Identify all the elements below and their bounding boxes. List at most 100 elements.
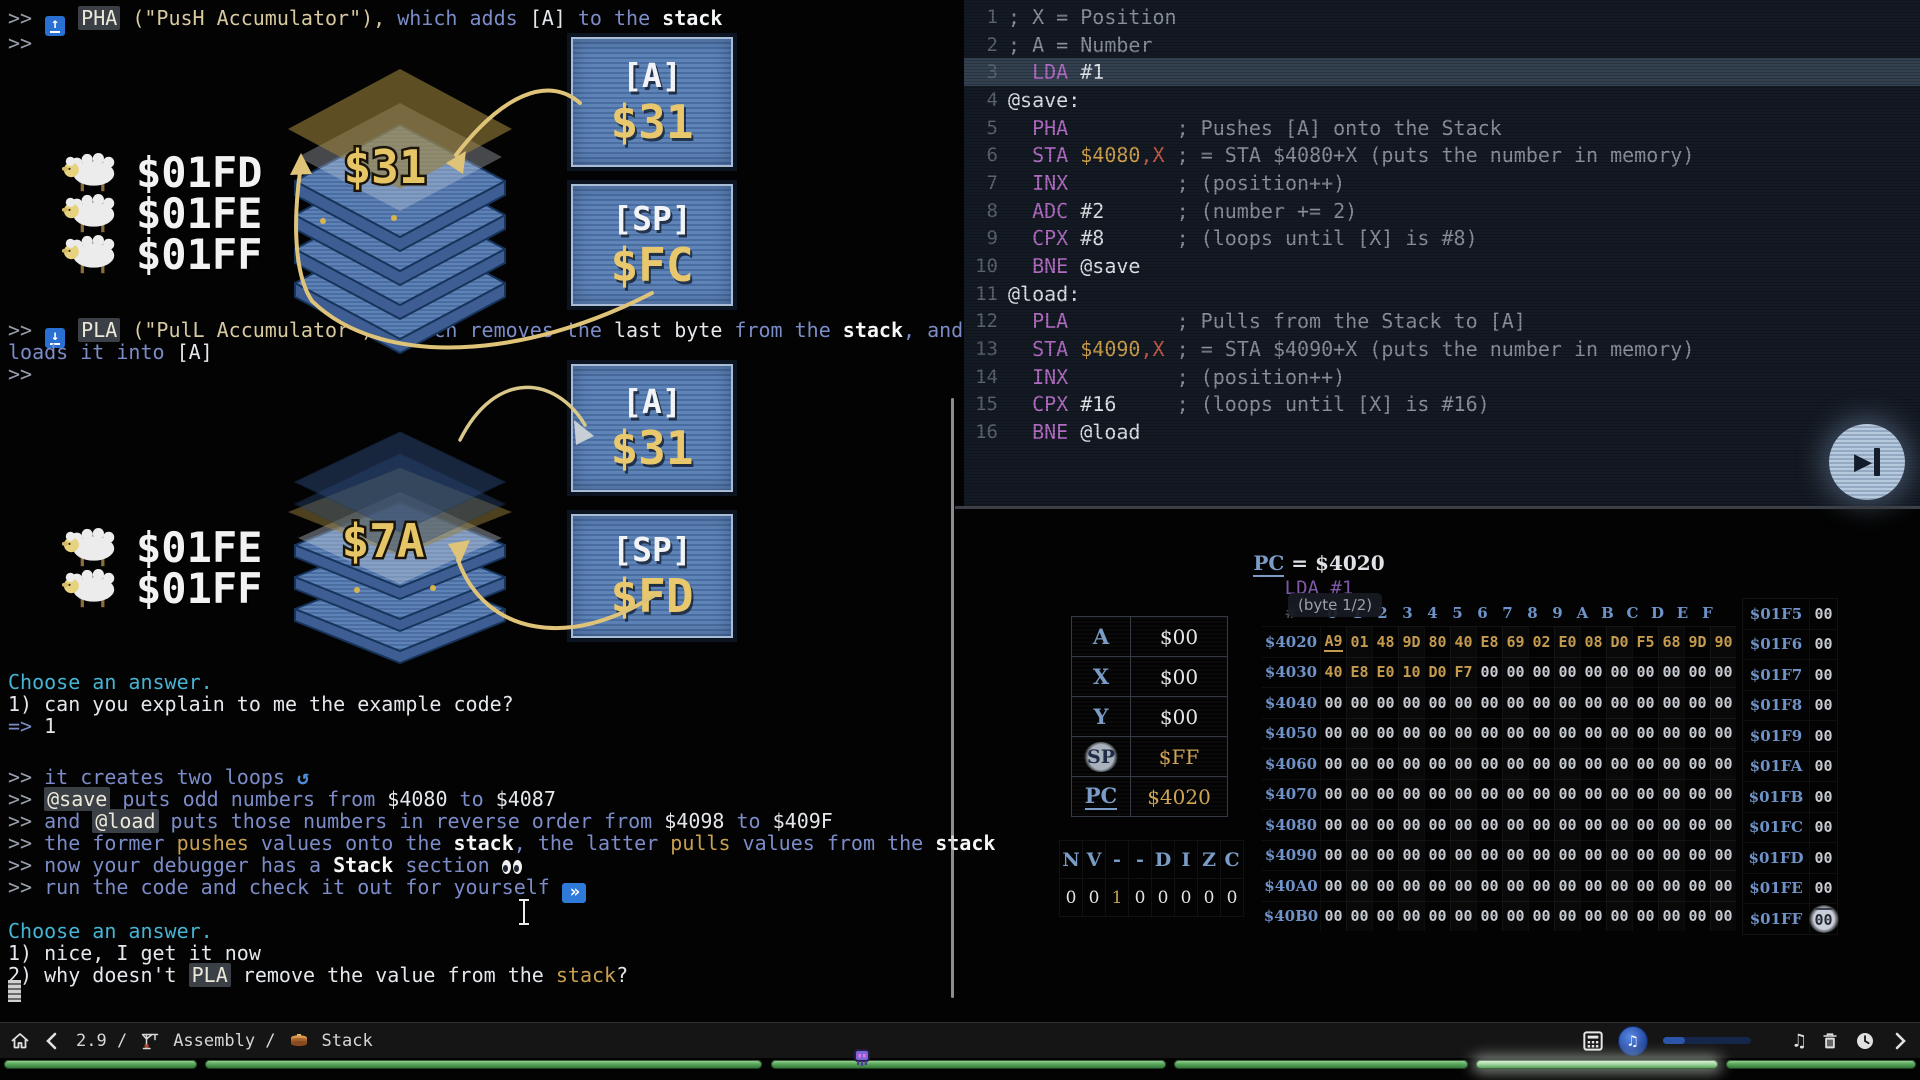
volume-slider[interactable] — [1663, 1037, 1751, 1044]
pc-link[interactable]: PC — [1253, 551, 1284, 577]
code-line[interactable]: 15 CPX #16 ; (loops until [X] is #16) — [964, 391, 1920, 419]
register-value: $00 — [1131, 657, 1227, 696]
sheep-icon — [62, 569, 118, 610]
sheep-icon — [62, 235, 118, 276]
breadcrumb-label[interactable]: 2.9 / — [76, 1031, 127, 1051]
code-line[interactable]: 16 BNE @load — [964, 418, 1920, 446]
memory-cell: A9 — [1320, 626, 1346, 657]
answer-option[interactable]: 1) nice, I get it now — [8, 941, 261, 965]
memory-cell: 00 — [1684, 718, 1710, 749]
memory-cell: 00 — [1424, 870, 1450, 901]
register-value: $00 — [1131, 697, 1227, 736]
code-line[interactable]: 2; A = Number — [964, 31, 1920, 59]
accumulator-box-2: [A] $31 — [571, 364, 733, 492]
chevron-right-icon[interactable] — [1890, 1031, 1910, 1051]
pancakes-icon[interactable] — [289, 1031, 309, 1051]
answer-option[interactable]: 1) can you explain to me the example cod… — [8, 692, 514, 716]
code-line[interactable]: 7 INX ; (position++) — [964, 169, 1920, 197]
code-line[interactable]: 4@save: — [964, 86, 1920, 114]
memory-row: $408000000000000000000000000000000000 — [1262, 809, 1736, 840]
chevron-left-icon[interactable] — [43, 1031, 63, 1051]
code-line[interactable]: 3 LDA #1 — [964, 58, 1920, 86]
stack-row: $01FF00 — [1743, 903, 1837, 934]
code-line[interactable]: 10 BNE @save — [964, 252, 1920, 280]
memory-cell: 00 — [1346, 840, 1372, 871]
memory-cell: 00 — [1476, 779, 1502, 810]
terminal-line: >> @save puts odd numbers from $4080 to … — [8, 787, 556, 811]
progress-segment[interactable] — [1174, 1060, 1468, 1069]
stack-address-row: $01FF — [62, 234, 262, 276]
memory-cell: 00 — [1372, 748, 1398, 779]
calculator-icon[interactable] — [1583, 1031, 1603, 1051]
stack-pointer-box-2: [SP] $FD — [571, 514, 733, 638]
breadcrumb-label[interactable]: Assembly / — [173, 1031, 275, 1051]
register-value: $4020 — [1131, 777, 1227, 816]
music-note-icon[interactable]: ♫ — [1794, 1030, 1805, 1052]
memory-cell: 00 — [1346, 687, 1372, 718]
code-line[interactable]: 11@load: — [964, 280, 1920, 308]
stack-row-value: 00 — [1810, 752, 1837, 782]
code-line[interactable]: 1; X = Position — [964, 3, 1920, 31]
answer-option[interactable]: 2) why doesn't PLA remove the value from… — [8, 963, 628, 987]
stack-row-value: 00 — [1810, 904, 1837, 934]
code-line[interactable]: 5 PHA ; Pushes [A] onto the Stack — [964, 114, 1920, 142]
home-icon[interactable] — [10, 1031, 30, 1051]
progress-segment[interactable] — [4, 1060, 197, 1069]
code-line[interactable]: 9 CPX #8 ; (loops until [X] is #8) — [964, 225, 1920, 253]
memory-cell: 00 — [1398, 809, 1424, 840]
stack-address-row: $01FD — [62, 152, 262, 194]
memory-cell: 00 — [1710, 748, 1736, 779]
memory-cell: 00 — [1424, 901, 1450, 932]
code-line[interactable]: 13 STA $4090,X ; = STA $4090+X (puts the… — [964, 335, 1920, 363]
line-number: 8 — [964, 200, 998, 222]
code-line[interactable]: 8 ADC #2 ; (number += 2) — [964, 197, 1920, 225]
memory-col-header: B — [1595, 600, 1620, 626]
memory-row-address: $4080 — [1262, 809, 1320, 840]
stack-address-row: $01FE — [62, 193, 262, 235]
terminal-scrollbar[interactable] — [951, 398, 954, 998]
stack-row-value: 00 — [1810, 691, 1837, 721]
memory-col-header: 6 — [1470, 600, 1495, 626]
memory-row-address: $4030 — [1262, 657, 1320, 688]
memory-cell: 00 — [1502, 870, 1528, 901]
line-number: 11 — [964, 283, 998, 305]
memory-cell: 00 — [1398, 718, 1424, 749]
memory-col-header: 8 — [1520, 600, 1545, 626]
breadcrumb-label[interactable]: Stack — [322, 1031, 373, 1051]
code-editor[interactable]: 1; X = Position2; A = Number3 LDA #14@sa… — [964, 0, 1920, 506]
arrowhead-to-stack-top — [448, 540, 470, 564]
memory-cell: 00 — [1372, 809, 1398, 840]
music-disc-icon[interactable]: ♫ — [1618, 1026, 1648, 1056]
line-number: 3 — [964, 61, 998, 83]
memory-cell: 00 — [1528, 779, 1554, 810]
memory-cell: E8 — [1346, 657, 1372, 688]
register-value: $00 — [1131, 617, 1227, 656]
code-line[interactable]: 14 INX ; (position++) — [964, 363, 1920, 391]
memory-cell: 00 — [1502, 687, 1528, 718]
progress-segment[interactable] — [771, 1060, 1166, 1069]
register-name: PC — [1072, 777, 1131, 816]
flag-name: I — [1175, 840, 1198, 879]
memory-cell: 90 — [1710, 626, 1736, 657]
memory-cell: 00 — [1476, 840, 1502, 871]
memory-col-header: 4 — [1420, 600, 1445, 626]
progress-segment[interactable] — [205, 1060, 762, 1069]
memory-cell: 00 — [1606, 657, 1632, 688]
crane-icon[interactable] — [140, 1031, 160, 1051]
memory-cell: 00 — [1450, 901, 1476, 932]
memory-cell: 00 — [1398, 748, 1424, 779]
memory-cell: 48 — [1372, 626, 1398, 657]
step-button[interactable]: ▶ — [1829, 424, 1905, 500]
code-line[interactable]: 12 PLA ; Pulls from the Stack to [A] — [964, 308, 1920, 336]
flag-name: C — [1221, 840, 1244, 879]
memory-col-header: F — [1695, 600, 1720, 626]
memory-cell: 00 — [1320, 748, 1346, 779]
accumulator-label: [A] — [622, 382, 682, 421]
progress-segment[interactable] — [1476, 1060, 1718, 1069]
progress-segment[interactable] — [1726, 1060, 1916, 1069]
code-line[interactable]: 6 STA $4080,X ; = STA $4080+X (puts the … — [964, 141, 1920, 169]
clock-icon[interactable] — [1855, 1031, 1875, 1051]
trash-icon[interactable] — [1820, 1031, 1840, 1051]
memory-row: $403040E8E010D0F700000000000000000000 — [1262, 657, 1736, 688]
memory-cell: 00 — [1320, 718, 1346, 749]
